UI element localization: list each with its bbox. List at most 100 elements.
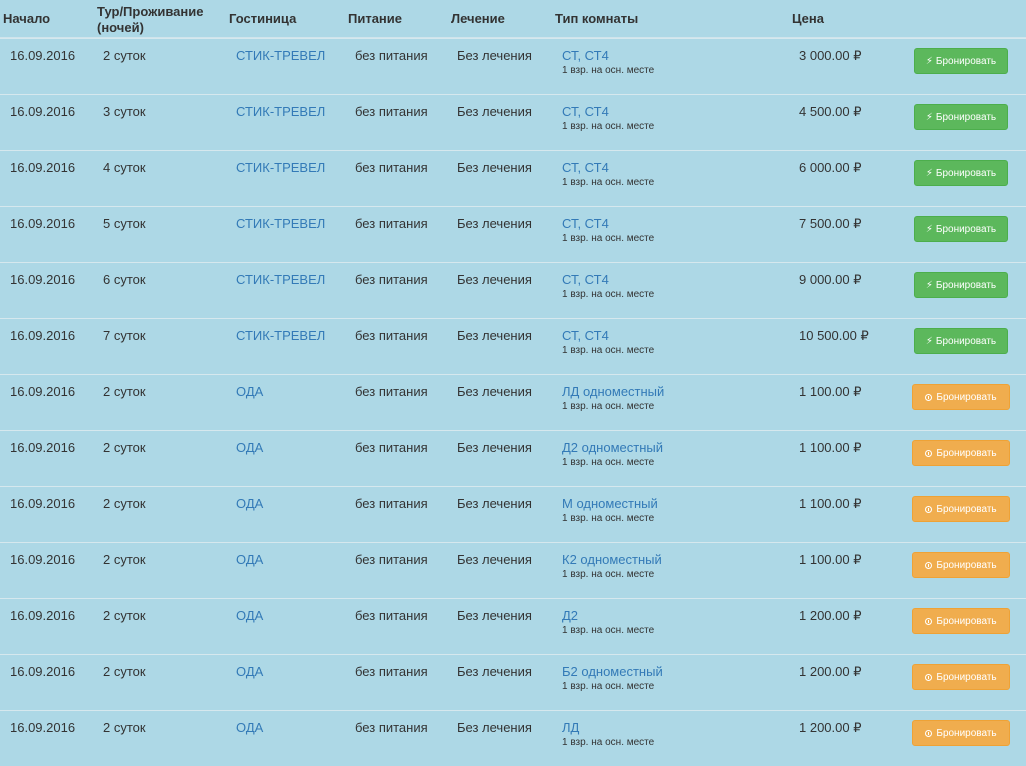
table-body: 16.09.2016 2 суток СТИК-ТРЕВЕЛ без питан… — [0, 38, 1026, 766]
meal: без питания — [355, 440, 428, 455]
hotel-link[interactable]: СТИК-ТРЕВЕЛ — [236, 104, 325, 120]
meal: без питания — [355, 552, 428, 567]
room-type-link[interactable]: ЛД одноместный — [562, 384, 664, 400]
tours-table: Начало Тур/Проживание (ночей) Гостиница … — [0, 0, 1026, 766]
table-row: 16.09.2016 5 суток СТИК-ТРЕВЕЛ без питан… — [0, 206, 1026, 262]
start-date: 16.09.2016 — [10, 384, 76, 399]
book-button[interactable]: Бронировать — [912, 664, 1010, 690]
room-type-link[interactable]: Б2 одноместный — [562, 664, 663, 680]
header-nights: Тур/Проживание (ночей) — [97, 4, 204, 35]
hotel-link[interactable]: СТИК-ТРЕВЕЛ — [236, 328, 325, 344]
book-button[interactable]: Бронировать — [912, 552, 1010, 578]
room-type: СТ, СТ4 1 взр. на осн. месте — [562, 272, 654, 302]
table-row: 16.09.2016 2 суток ОДА без питания Без л… — [0, 710, 1026, 766]
meal: без питания — [355, 216, 428, 231]
hotel-link[interactable]: ОДА — [236, 384, 263, 400]
room-type-link[interactable]: К2 одноместный — [562, 552, 662, 568]
book-button[interactable]: Бронировать — [912, 440, 1010, 466]
book-button[interactable]: Бронировать — [912, 608, 1010, 634]
hotel-link[interactable]: СТИК-ТРЕВЕЛ — [236, 216, 325, 232]
bolt-icon: ⚡︎ — [925, 111, 933, 123]
hotel-link[interactable]: ОДА — [236, 440, 263, 456]
hotel-link[interactable]: СТИК-ТРЕВЕЛ — [236, 272, 325, 288]
room-type-link[interactable]: М одноместный — [562, 496, 658, 512]
hotel-link[interactable]: ОДА — [236, 664, 263, 680]
price: 10 500.00 ₽ — [799, 328, 869, 343]
header-price: Цена — [792, 11, 824, 26]
placement: 1 взр. на осн. месте — [562, 65, 655, 76]
placement: 1 взр. на осн. месте — [562, 681, 655, 692]
price: 4 500.00 ₽ — [799, 104, 862, 119]
meal: без питания — [355, 496, 428, 511]
placement: 1 взр. на осн. месте — [562, 457, 655, 468]
hotel-link[interactable]: ОДА — [236, 720, 263, 736]
placement: 1 взр. на осн. месте — [562, 625, 655, 636]
book-button[interactable]: ⚡︎ Бронировать — [914, 328, 1008, 354]
room-type-link[interactable]: ЛД — [562, 720, 654, 736]
book-button-label: Бронировать — [936, 727, 997, 739]
start-date: 16.09.2016 — [10, 328, 76, 343]
price: 1 200.00 ₽ — [799, 608, 862, 623]
table-row: 16.09.2016 7 суток СТИК-ТРЕВЕЛ без питан… — [0, 318, 1026, 374]
nights: 2 суток — [103, 608, 146, 623]
book-button-label: Бронировать — [935, 335, 997, 347]
room-type-link[interactable]: СТ, СТ4 — [562, 160, 654, 176]
placement: 1 взр. на осн. месте — [562, 513, 655, 524]
hotel-link[interactable]: ОДА — [236, 552, 263, 568]
book-button-label: Бронировать — [935, 111, 997, 123]
hotel-link[interactable]: ОДА — [236, 496, 263, 512]
treatment: Без лечения — [457, 720, 532, 735]
room-type-link[interactable]: СТ, СТ4 — [562, 104, 654, 120]
nights: 3 суток — [103, 104, 146, 119]
room-type-link[interactable]: СТ, СТ4 — [562, 328, 654, 344]
table-row: 16.09.2016 2 суток ОДА без питания Без л… — [0, 542, 1026, 598]
price: 1 100.00 ₽ — [799, 496, 862, 511]
room-type-link[interactable]: Д2 — [562, 608, 654, 624]
start-date: 16.09.2016 — [10, 216, 76, 231]
room-type: СТ, СТ4 1 взр. на осн. месте — [562, 160, 654, 190]
book-button[interactable]: ⚡︎ Бронировать — [914, 160, 1008, 186]
book-button-label: Бронировать — [936, 559, 997, 571]
room-type: СТ, СТ4 1 взр. на осн. месте — [562, 328, 654, 358]
book-button[interactable]: Бронировать — [912, 496, 1010, 522]
meal: без питания — [355, 664, 428, 679]
treatment: Без лечения — [457, 496, 532, 511]
start-date: 16.09.2016 — [10, 48, 76, 63]
room-type: Б2 одноместный 1 взр. на осн. месте — [562, 664, 663, 694]
header-start: Начало — [3, 11, 51, 26]
book-button[interactable]: ⚡︎ Бронировать — [914, 272, 1008, 298]
book-button-label: Бронировать — [936, 615, 997, 627]
placement: 1 взр. на осн. месте — [562, 289, 655, 300]
book-button[interactable]: Бронировать — [912, 720, 1010, 746]
price: 1 100.00 ₽ — [799, 384, 862, 399]
book-button[interactable]: ⚡︎ Бронировать — [914, 216, 1008, 242]
hotel-link[interactable]: СТИК-ТРЕВЕЛ — [236, 160, 325, 176]
book-button-label: Бронировать — [936, 503, 997, 515]
meal: без питания — [355, 720, 428, 735]
room-type-link[interactable]: СТ, СТ4 — [562, 216, 654, 232]
clock-icon — [925, 449, 933, 457]
start-date: 16.09.2016 — [10, 272, 76, 287]
table-row: 16.09.2016 2 суток ОДА без питания Без л… — [0, 430, 1026, 486]
room-type-link[interactable]: Д2 одноместный — [562, 440, 663, 456]
book-button[interactable]: ⚡︎ Бронировать — [914, 48, 1008, 74]
book-button[interactable]: ⚡︎ Бронировать — [914, 104, 1008, 130]
room-type: СТ, СТ4 1 взр. на осн. месте — [562, 216, 654, 246]
hotel-link[interactable]: ОДА — [236, 608, 263, 624]
placement: 1 взр. на осн. месте — [562, 569, 655, 580]
table-row: 16.09.2016 6 суток СТИК-ТРЕВЕЛ без питан… — [0, 262, 1026, 318]
room-type: СТ, СТ4 1 взр. на осн. месте — [562, 104, 654, 134]
bolt-icon: ⚡︎ — [925, 279, 933, 291]
meal: без питания — [355, 160, 428, 175]
header-hotel: Гостиница — [229, 11, 297, 26]
room-type-link[interactable]: СТ, СТ4 — [562, 48, 654, 64]
table-row: 16.09.2016 2 суток ОДА без питания Без л… — [0, 374, 1026, 430]
hotel-link[interactable]: СТИК-ТРЕВЕЛ — [236, 48, 325, 64]
nights: 2 суток — [103, 496, 146, 511]
room-type-link[interactable]: СТ, СТ4 — [562, 272, 654, 288]
price: 7 500.00 ₽ — [799, 216, 862, 231]
clock-icon — [925, 673, 933, 681]
treatment: Без лечения — [457, 48, 532, 63]
meal: без питания — [355, 384, 428, 399]
book-button[interactable]: Бронировать — [912, 384, 1010, 410]
